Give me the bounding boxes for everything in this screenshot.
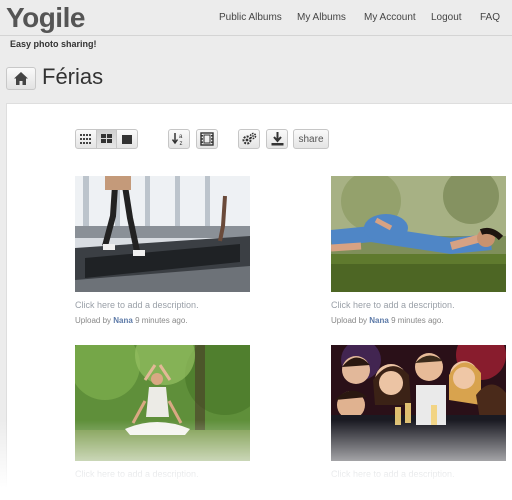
nav-my-account[interactable]: My Account	[364, 12, 416, 23]
upload-time: 9 minutes ago.	[135, 316, 188, 325]
photo-description-link[interactable]: Click here to add a description.	[75, 300, 199, 310]
uploader-link[interactable]: Nana	[113, 316, 133, 325]
medium-grid-icon	[101, 134, 112, 143]
uploader-link[interactable]: Nana	[369, 316, 389, 325]
nav-public-albums[interactable]: Public Albums	[219, 12, 282, 23]
logo[interactable]: Yogile	[6, 2, 85, 34]
photo-description-link[interactable]: Click here to add a description.	[331, 469, 455, 479]
photo-party-group[interactable]	[331, 345, 506, 461]
small-grid-view-button[interactable]	[75, 129, 97, 149]
photo-meditation-image	[75, 345, 250, 461]
photo-pregnant-woman[interactable]	[331, 176, 506, 292]
upload-prefix: Upload by	[331, 316, 368, 325]
upload-info: Upload by Nana 9 minutes ago.	[331, 316, 444, 325]
large-view-icon	[122, 134, 132, 144]
album-title: Férias	[42, 64, 104, 89]
svg-text:z: z	[180, 141, 183, 146]
nav-logout[interactable]: Logout	[431, 12, 462, 23]
upload-time: 9 minutes ago.	[391, 316, 444, 325]
nav-faq[interactable]: FAQ	[480, 12, 500, 23]
download-button[interactable]	[266, 129, 288, 149]
photo-party-group-image	[331, 345, 506, 461]
small-grid-icon	[80, 134, 91, 144]
settings-icon	[242, 132, 256, 145]
photo-meditation[interactable]	[75, 345, 250, 461]
photo-description-link[interactable]: Click here to add a description.	[75, 469, 199, 479]
photo-description-link[interactable]: Click here to add a description.	[331, 300, 455, 310]
home-icon	[14, 72, 28, 85]
upload-info: Upload by Nana 9 minutes ago.	[75, 316, 188, 325]
photo-treadmill-image	[75, 176, 250, 292]
photo-treadmill[interactable]	[75, 176, 250, 292]
medium-grid-view-button[interactable]	[96, 129, 117, 149]
sort-az-icon: a z	[172, 133, 183, 146]
nav-my-albums[interactable]: My Albums	[297, 12, 346, 23]
slideshow-button[interactable]	[196, 129, 218, 149]
settings-button[interactable]	[238, 129, 260, 149]
home-button[interactable]	[6, 67, 36, 90]
top-bar: Yogile Public Albums My Albums My Accoun…	[0, 0, 512, 36]
upload-prefix: Upload by	[75, 316, 112, 325]
sort-button[interactable]: a z	[168, 129, 190, 149]
slideshow-icon	[200, 132, 214, 146]
photo-pregnant-woman-image	[331, 176, 506, 292]
download-icon	[271, 132, 283, 146]
share-button[interactable]: share	[293, 129, 329, 149]
tagline: Easy photo sharing!	[10, 39, 97, 49]
svg-text:a: a	[179, 134, 183, 140]
large-view-button[interactable]	[116, 129, 138, 149]
